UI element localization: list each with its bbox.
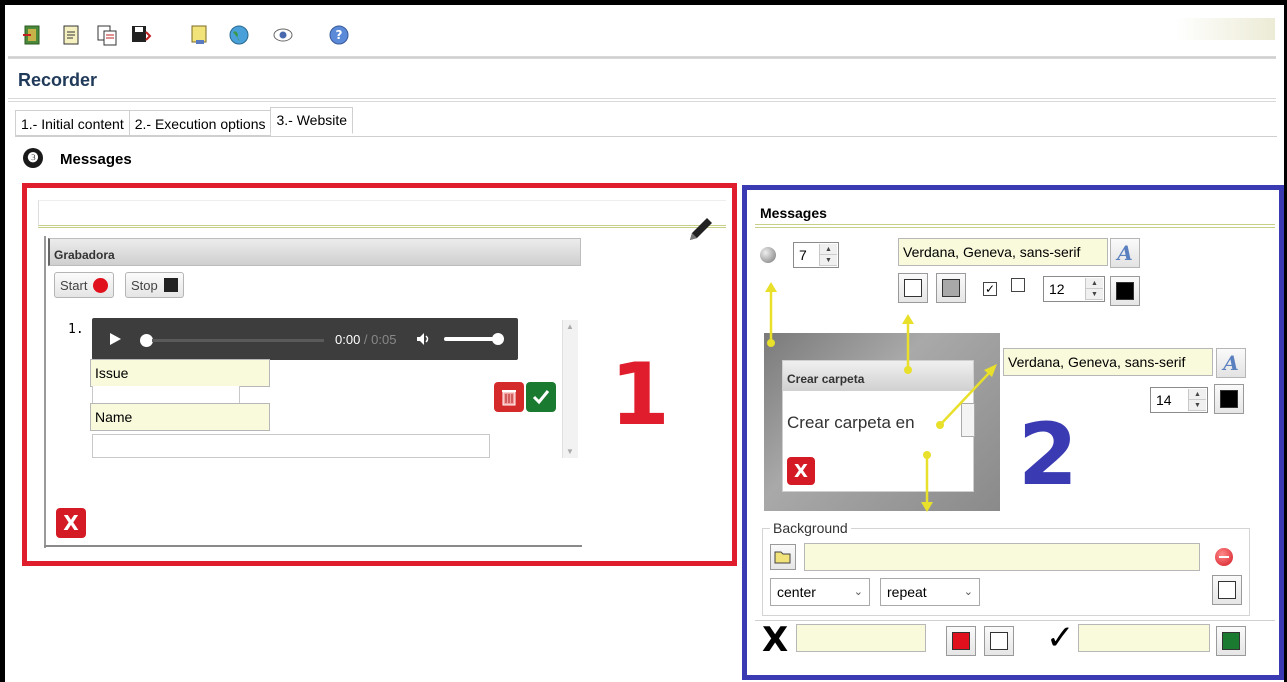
cancel-color-swatch[interactable] <box>946 626 976 656</box>
ok-symbol: ✓ <box>1046 618 1075 658</box>
ok-color-swatch[interactable] <box>1216 626 1246 656</box>
cancel-symbol: X <box>762 620 789 660</box>
background-repeat-value: repeat <box>887 584 927 600</box>
chevron-down-icon: ⌄ <box>853 586 863 598</box>
background-position-select[interactable]: center ⌄ <box>770 578 870 606</box>
background-repeat-select[interactable]: repeat ⌄ <box>880 578 980 606</box>
cancel-text-color-swatch[interactable] <box>984 626 1014 656</box>
background-position-value: center <box>777 584 816 600</box>
chevron-down-icon: ⌄ <box>963 586 973 598</box>
folder-open-icon[interactable] <box>770 544 796 570</box>
cancel-button-text-field[interactable] <box>796 624 926 652</box>
background-color-picker[interactable] <box>1212 575 1242 605</box>
remove-icon[interactable] <box>1215 548 1233 566</box>
background-legend: Background <box>770 520 851 536</box>
ok-button-text-field[interactable] <box>1078 624 1210 652</box>
settings-bottom-rule <box>755 620 1275 621</box>
background-image-path[interactable] <box>804 543 1200 571</box>
